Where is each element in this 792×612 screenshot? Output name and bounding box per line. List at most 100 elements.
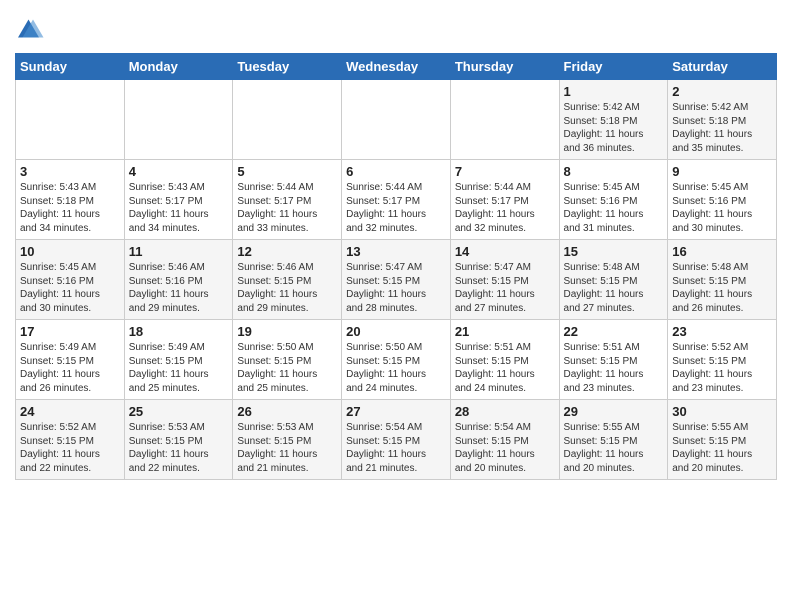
day-info: Sunrise: 5:42 AM Sunset: 5:18 PM Dayligh…: [672, 101, 772, 155]
day-number: 9: [672, 164, 772, 179]
weekday-friday: Friday: [559, 54, 668, 80]
day-number: 30: [672, 404, 772, 419]
calendar-cell: 15Sunrise: 5:48 AM Sunset: 5:15 PM Dayli…: [559, 240, 668, 320]
day-info: Sunrise: 5:49 AM Sunset: 5:15 PM Dayligh…: [20, 341, 120, 395]
day-info: Sunrise: 5:54 AM Sunset: 5:15 PM Dayligh…: [346, 421, 446, 475]
week-row-4: 17 Sunrise: 5:49 AM Sunset: 5:15 PM Dayli…: [16, 320, 777, 400]
day-number: 28: [455, 404, 555, 419]
day-info: Sunrise: 5:54 AM Sunset: 5:15 PM Dayligh…: [455, 421, 555, 475]
calendar-cell: [450, 80, 559, 160]
day-number: 17: [20, 324, 120, 339]
page: SundayMondayTuesdayWednesdayThursdayFrid…: [0, 0, 792, 495]
day-info: Sunrise: 5:51 AM Sunset: 5:15 PM Dayligh…: [455, 341, 555, 395]
week-row-1: 1 Sunrise: 5:42 AM Sunset: 5:18 PM Daylig…: [16, 80, 777, 160]
day-info: Sunrise: 5:55 AM Sunset: 5:15 PM Dayligh…: [672, 421, 772, 475]
day-number: 24: [20, 404, 120, 419]
day-info: Sunrise: 5:45 AM Sunset: 5:16 PM Dayligh…: [564, 181, 664, 235]
day-number: 2: [672, 84, 772, 99]
day-number: 4: [129, 164, 229, 179]
logo: [15, 15, 49, 45]
day-number: 8: [564, 164, 664, 179]
day-number: 10: [20, 244, 120, 259]
day-info: Sunrise: 5:43 AM Sunset: 5:18 PM Dayligh…: [20, 181, 120, 235]
calendar-cell: 16Sunrise: 5:48 AM Sunset: 5:15 PM Dayli…: [668, 240, 777, 320]
day-info: Sunrise: 5:42 AM Sunset: 5:18 PM Dayligh…: [564, 101, 664, 155]
day-info: Sunrise: 5:48 AM Sunset: 5:15 PM Dayligh…: [564, 261, 664, 315]
week-row-2: 3Sunrise: 5:43 AM Sunset: 5:18 PM Daylig…: [16, 160, 777, 240]
day-number: 26: [237, 404, 337, 419]
calendar-cell: 27 Sunrise: 5:54 AM Sunset: 5:15 PM Dayli…: [342, 400, 451, 480]
calendar-cell: 2 Sunrise: 5:42 AM Sunset: 5:18 PM Daylig…: [668, 80, 777, 160]
calendar-cell: 28 Sunrise: 5:54 AM Sunset: 5:15 PM Dayli…: [450, 400, 559, 480]
day-info: Sunrise: 5:44 AM Sunset: 5:17 PM Dayligh…: [346, 181, 446, 235]
calendar-cell: [342, 80, 451, 160]
day-number: 18: [129, 324, 229, 339]
day-info: Sunrise: 5:46 AM Sunset: 5:16 PM Dayligh…: [129, 261, 229, 315]
day-info: Sunrise: 5:47 AM Sunset: 5:15 PM Dayligh…: [455, 261, 555, 315]
weekday-thursday: Thursday: [450, 54, 559, 80]
calendar-cell: 14 Sunrise: 5:47 AM Sunset: 5:15 PM Dayli…: [450, 240, 559, 320]
day-info: Sunrise: 5:44 AM Sunset: 5:17 PM Dayligh…: [455, 181, 555, 235]
day-number: 12: [237, 244, 337, 259]
calendar-cell: 22 Sunrise: 5:51 AM Sunset: 5:15 PM Dayli…: [559, 320, 668, 400]
day-info: Sunrise: 5:50 AM Sunset: 5:15 PM Dayligh…: [346, 341, 446, 395]
day-info: Sunrise: 5:52 AM Sunset: 5:15 PM Dayligh…: [672, 341, 772, 395]
day-info: Sunrise: 5:50 AM Sunset: 5:15 PM Dayligh…: [237, 341, 337, 395]
calendar-cell: 4 Sunrise: 5:43 AM Sunset: 5:17 PM Daylig…: [124, 160, 233, 240]
calendar-cell: 8 Sunrise: 5:45 AM Sunset: 5:16 PM Daylig…: [559, 160, 668, 240]
week-row-3: 10 Sunrise: 5:45 AM Sunset: 5:16 PM Dayli…: [16, 240, 777, 320]
day-number: 14: [455, 244, 555, 259]
day-info: Sunrise: 5:46 AM Sunset: 5:15 PM Dayligh…: [237, 261, 337, 315]
calendar-cell: 3Sunrise: 5:43 AM Sunset: 5:18 PM Daylig…: [16, 160, 125, 240]
calendar-cell: 10 Sunrise: 5:45 AM Sunset: 5:16 PM Dayli…: [16, 240, 125, 320]
calendar-cell: 19Sunrise: 5:50 AM Sunset: 5:15 PM Dayli…: [233, 320, 342, 400]
day-number: 11: [129, 244, 229, 259]
day-number: 27: [346, 404, 446, 419]
day-info: Sunrise: 5:44 AM Sunset: 5:17 PM Dayligh…: [237, 181, 337, 235]
calendar-cell: 25Sunrise: 5:53 AM Sunset: 5:15 PM Dayli…: [124, 400, 233, 480]
weekday-monday: Monday: [124, 54, 233, 80]
calendar-body: 1 Sunrise: 5:42 AM Sunset: 5:18 PM Daylig…: [16, 80, 777, 480]
day-info: Sunrise: 5:45 AM Sunset: 5:16 PM Dayligh…: [20, 261, 120, 315]
weekday-wednesday: Wednesday: [342, 54, 451, 80]
calendar-cell: 5 Sunrise: 5:44 AM Sunset: 5:17 PM Daylig…: [233, 160, 342, 240]
weekday-saturday: Saturday: [668, 54, 777, 80]
day-info: Sunrise: 5:51 AM Sunset: 5:15 PM Dayligh…: [564, 341, 664, 395]
calendar-cell: 17 Sunrise: 5:49 AM Sunset: 5:15 PM Dayli…: [16, 320, 125, 400]
calendar-header: SundayMondayTuesdayWednesdayThursdayFrid…: [16, 54, 777, 80]
calendar-cell: 6 Sunrise: 5:44 AM Sunset: 5:17 PM Daylig…: [342, 160, 451, 240]
day-number: 25: [129, 404, 229, 419]
calendar-table: SundayMondayTuesdayWednesdayThursdayFrid…: [15, 53, 777, 480]
day-number: 7: [455, 164, 555, 179]
calendar-cell: [233, 80, 342, 160]
calendar-cell: 11 Sunrise: 5:46 AM Sunset: 5:16 PM Dayli…: [124, 240, 233, 320]
calendar-cell: 30 Sunrise: 5:55 AM Sunset: 5:15 PM Dayli…: [668, 400, 777, 480]
day-number: 20: [346, 324, 446, 339]
weekday-sunday: Sunday: [16, 54, 125, 80]
calendar-cell: 18 Sunrise: 5:49 AM Sunset: 5:15 PM Dayli…: [124, 320, 233, 400]
calendar-cell: 21Sunrise: 5:51 AM Sunset: 5:15 PM Dayli…: [450, 320, 559, 400]
calendar-cell: [16, 80, 125, 160]
header: [15, 10, 777, 45]
day-info: Sunrise: 5:49 AM Sunset: 5:15 PM Dayligh…: [129, 341, 229, 395]
day-number: 6: [346, 164, 446, 179]
day-number: 22: [564, 324, 664, 339]
day-number: 13: [346, 244, 446, 259]
day-info: Sunrise: 5:53 AM Sunset: 5:15 PM Dayligh…: [237, 421, 337, 475]
calendar-cell: 29Sunrise: 5:55 AM Sunset: 5:15 PM Dayli…: [559, 400, 668, 480]
day-number: 23: [672, 324, 772, 339]
day-number: 5: [237, 164, 337, 179]
day-number: 1: [564, 84, 664, 99]
day-number: 16: [672, 244, 772, 259]
calendar-cell: [124, 80, 233, 160]
week-row-5: 24Sunrise: 5:52 AM Sunset: 5:15 PM Dayli…: [16, 400, 777, 480]
calendar-cell: 12 Sunrise: 5:46 AM Sunset: 5:15 PM Dayli…: [233, 240, 342, 320]
calendar-cell: 26 Sunrise: 5:53 AM Sunset: 5:15 PM Dayli…: [233, 400, 342, 480]
calendar-cell: 24Sunrise: 5:52 AM Sunset: 5:15 PM Dayli…: [16, 400, 125, 480]
day-info: Sunrise: 5:47 AM Sunset: 5:15 PM Dayligh…: [346, 261, 446, 315]
calendar-cell: 1 Sunrise: 5:42 AM Sunset: 5:18 PM Daylig…: [559, 80, 668, 160]
calendar-cell: 7 Sunrise: 5:44 AM Sunset: 5:17 PM Daylig…: [450, 160, 559, 240]
day-info: Sunrise: 5:45 AM Sunset: 5:16 PM Dayligh…: [672, 181, 772, 235]
day-info: Sunrise: 5:43 AM Sunset: 5:17 PM Dayligh…: [129, 181, 229, 235]
calendar-cell: 23 Sunrise: 5:52 AM Sunset: 5:15 PM Dayli…: [668, 320, 777, 400]
